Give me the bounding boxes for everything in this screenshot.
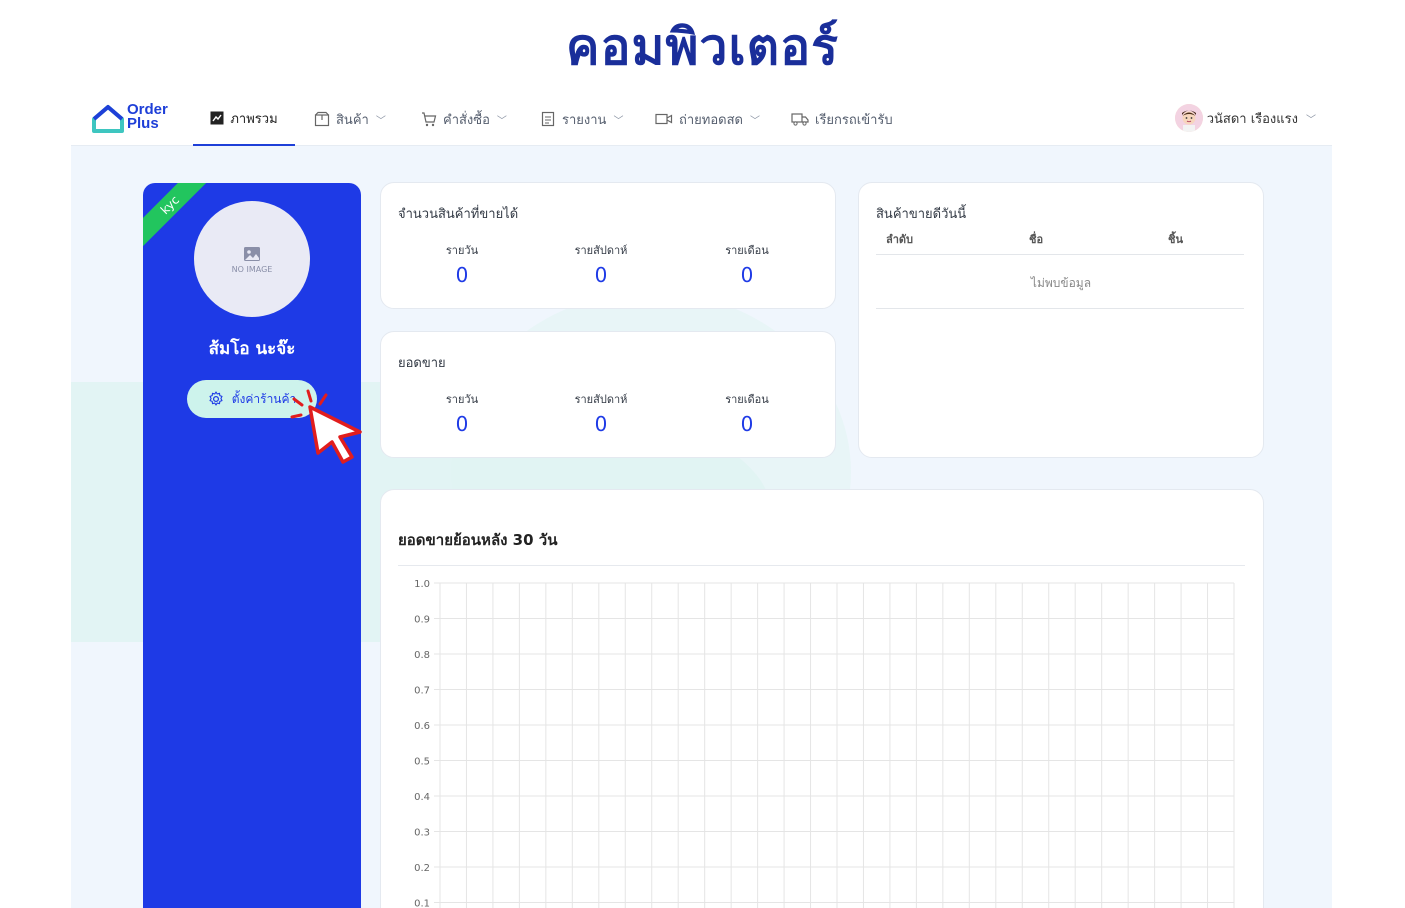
nav-label: ถ่ายทอดสด (679, 112, 743, 128)
nav-label: เรียกรถเข้ารับ (815, 112, 893, 128)
card-title: จำนวนสินค้าที่ขายได้ (398, 207, 519, 222)
stat-label: รายวัน (445, 244, 479, 257)
card-title: สินค้าขายดีวันนี้ (876, 207, 967, 222)
box-icon (314, 111, 330, 127)
column-header-rank: ลำดับ (886, 233, 914, 246)
stat-value: 0 (740, 263, 754, 287)
stat-daily: รายวัน 0 (422, 241, 502, 287)
nav-item-reports[interactable]: รายงาน ﹀ (540, 92, 623, 146)
chart-y-tick-label: 0.4 (414, 792, 430, 803)
truck-icon (791, 113, 809, 126)
no-image-label: NO IMAGE (231, 264, 273, 274)
sales-chart-card: ยอดขายย้อนหลัง 30 วัน 1.0 0.9 0.8 0.7 0.6 0.5… (380, 489, 1264, 908)
click-pointer-icon (290, 389, 362, 464)
top-navbar: Order Plus ภาพรวม สินค้า ﹀ คำสั่งซื้อ ﹀ … (71, 92, 1332, 146)
stat-value: 0 (455, 263, 469, 287)
table-divider (876, 308, 1244, 309)
nav-label: สินค้า (336, 112, 369, 128)
stat-weekly: รายสัปดาห์ 0 (561, 390, 641, 436)
chart-y-tick-label: 0.9 (414, 615, 430, 626)
column-header-name: ชื่อ (1029, 233, 1044, 246)
chart-y-tick-label: 0.6 (414, 721, 430, 732)
shop-image-placeholder[interactable]: NO IMAGE (194, 201, 310, 317)
gear-icon (209, 391, 223, 406)
stat-value: 0 (594, 263, 608, 287)
settings-label: ตั้งค่าร้านค้า (231, 391, 297, 406)
stat-value: 0 (455, 412, 469, 436)
nav-label: ภาพรวม (230, 111, 278, 127)
chart-y-tick-label: 0.5 (414, 757, 430, 768)
card-title: ยอดขาย (398, 356, 446, 371)
stat-monthly: รายเดือน 0 (707, 390, 787, 436)
chevron-down-icon: ﹀ (496, 115, 507, 127)
stat-label: รายวัน (445, 393, 479, 406)
chart-y-tick-label: 0.7 (414, 686, 430, 697)
stat-value: 0 (740, 412, 754, 436)
table-divider (876, 254, 1244, 255)
shop-profile-card: kyc NO IMAGE ส้มโอ นะจ๊ะ ตั้งค่าร้านค้า (143, 183, 361, 908)
stat-monthly: รายเดือน 0 (707, 241, 787, 287)
sales-card: ยอดขาย รายวัน 0 รายสัปดาห์ 0 รายเดือน 0 (380, 331, 836, 458)
chevron-down-icon: ﹀ (1306, 114, 1316, 126)
document-icon (541, 111, 555, 127)
stat-label: รายเดือน (725, 393, 769, 406)
avatar (1174, 104, 1203, 132)
nav-item-orders[interactable]: คำสั่งซื้อ ﹀ (421, 92, 507, 146)
nav-label: คำสั่งซื้อ (443, 112, 490, 128)
chevron-down-icon: ﹀ (749, 115, 760, 127)
chart-y-tick-label: 1.0 (414, 579, 430, 590)
house-logo-icon (92, 105, 124, 133)
chevron-down-icon: ﹀ (613, 115, 624, 127)
chart-y-tick-label: 0.8 (414, 650, 430, 661)
sales-chart: 1.0 0.9 0.8 0.7 0.6 0.5 0.4 0.3 0.2 0.1 (414, 579, 1235, 908)
stat-label: รายสัปดาห์ (574, 393, 628, 406)
shop-name: ส้มโอ นะจ๊ะ (208, 339, 296, 359)
user-name: วนัสดา เรืองแรง (1206, 111, 1298, 127)
chart-y-tick-label: 0.1 (414, 899, 430, 908)
nav-item-overview[interactable]: ภาพรวม (193, 92, 295, 146)
sold-count-card: จำนวนสินค้าที่ขายได้ รายวัน 0 รายสัปดาห์… (380, 182, 836, 309)
user-avatar-icon (1174, 104, 1203, 132)
stat-value: 0 (594, 412, 608, 436)
stat-daily: รายวัน 0 (422, 390, 502, 436)
orderplus-logo[interactable]: Order Plus (91, 101, 181, 137)
nav-item-products[interactable]: สินค้า ﹀ (314, 92, 386, 146)
stat-weekly: รายสัปดาห์ 0 (561, 241, 641, 287)
nav-item-live[interactable]: ถ่ายทอดสด ﹀ (655, 92, 760, 146)
stat-label: รายเดือน (725, 244, 769, 257)
column-header-qty: ชิ้น (1168, 233, 1183, 246)
chart-y-tick-label: 0.2 (414, 863, 430, 874)
video-icon (655, 113, 673, 125)
nav-label: รายงาน (562, 112, 607, 128)
stat-label: รายสัปดาห์ (574, 244, 628, 257)
page-heading: คอมพิวเตอร์ (566, 18, 839, 76)
chevron-down-icon: ﹀ (375, 115, 386, 127)
nav-item-pickup[interactable]: เรียกรถเข้ารับ (791, 92, 893, 146)
logo-text: Order Plus (127, 101, 168, 132)
chart-icon (210, 111, 224, 125)
best-sellers-card: สินค้าขายดีวันนี้ ลำดับ ชื่อ ชิ้น ไม่พบข… (858, 182, 1264, 458)
empty-state-text: ไม่พบข้อมูล (1030, 276, 1092, 290)
chart-y-tick-label: 0.3 (414, 828, 430, 839)
cart-icon (422, 112, 437, 127)
user-menu[interactable]: วนัสดา เรืองแรง ﹀ (1174, 102, 1316, 134)
app-window: Order Plus ภาพรวม สินค้า ﹀ คำสั่งซื้อ ﹀ … (71, 92, 1332, 908)
image-icon (244, 246, 260, 261)
